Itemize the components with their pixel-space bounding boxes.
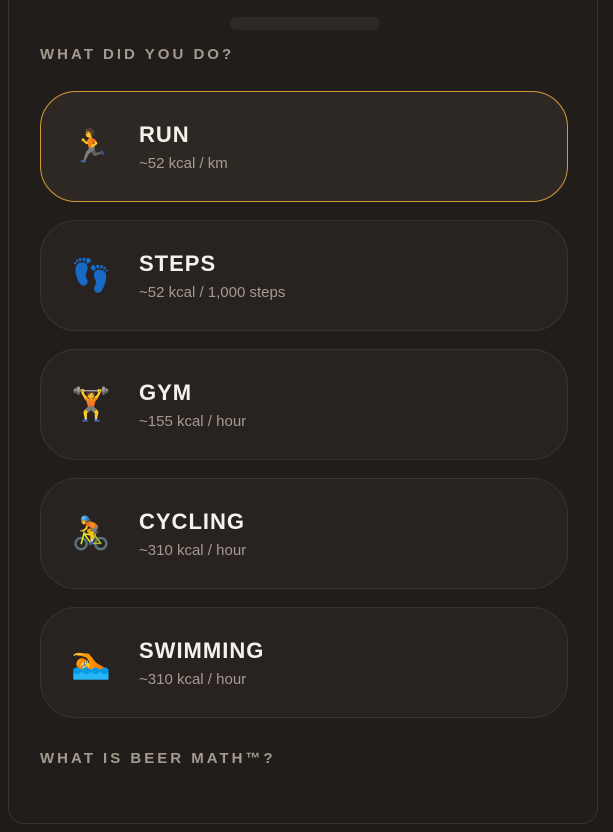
activity-card-cycling[interactable]: 🚴 CYCLING ~310 kcal / hour [40,478,568,589]
activity-card-swimming[interactable]: 🏊 SWIMMING ~310 kcal / hour [40,607,568,718]
weightlifter-icon: 🏋 [71,386,111,422]
swimmer-icon: 🏊 [71,644,111,680]
footprints-icon: 👣 [71,257,111,293]
activity-rate: ~52 kcal / 1,000 steps [139,284,286,301]
runner-icon: 🏃 [71,128,111,164]
activity-rate: ~52 kcal / km [139,155,228,172]
activity-list: 🏃 RUN ~52 kcal / km 👣 STEPS ~52 kcal / 1… [40,91,568,736]
beer-math-link[interactable]: WHAT IS BEER MATH™? [40,750,276,767]
activity-card-steps[interactable]: 👣 STEPS ~52 kcal / 1,000 steps [40,220,568,331]
activity-name: GYM [139,380,193,405]
drag-handle[interactable] [230,17,380,30]
cyclist-icon: 🚴 [71,515,111,551]
activity-rate: ~310 kcal / hour [139,671,247,688]
activity-name: STEPS [139,251,217,276]
activity-sheet: WHAT DID YOU DO? 🏃 RUN ~52 kcal / km 👣 S… [8,0,598,824]
section-title: WHAT DID YOU DO? [40,46,235,63]
activity-rate: ~155 kcal / hour [139,413,247,430]
activity-name: SWIMMING [139,638,265,663]
activity-rate: ~310 kcal / hour [139,542,247,559]
activity-name: CYCLING [139,509,245,534]
activity-card-gym[interactable]: 🏋 GYM ~155 kcal / hour [40,349,568,460]
activity-name: RUN [139,122,190,147]
activity-card-run[interactable]: 🏃 RUN ~52 kcal / km [40,91,568,202]
